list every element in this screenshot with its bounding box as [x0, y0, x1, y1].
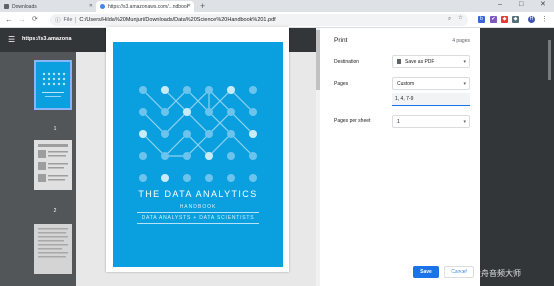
extension-icon[interactable]: ◆	[512, 16, 519, 23]
save-button[interactable]: Save	[413, 266, 439, 278]
pdf-title: https://s3.amazona	[22, 36, 72, 42]
pages-per-sheet-value: 1	[397, 118, 400, 125]
maximize-button[interactable]: □	[519, 0, 523, 10]
thumbnail-number: 2	[53, 208, 57, 214]
watermark: CSDN @金舟音频大师	[440, 269, 522, 278]
avatar[interactable]: H	[528, 16, 535, 23]
close-window-button[interactable]: ✕	[540, 0, 546, 10]
downloads-icon	[4, 4, 9, 9]
pages-value: Custom	[397, 80, 415, 87]
url-text: C:/Users/Hilda%20Munjuri/Downloads/Data%…	[79, 17, 276, 23]
thumbnail-panel: 1 2	[0, 52, 76, 286]
star-icon[interactable]: ☆	[458, 15, 463, 21]
cover-tagline: DATA ANALYSTS + DATA SCIENTISTS	[141, 215, 255, 221]
page-thumbnail-art	[38, 144, 68, 182]
divider	[137, 212, 259, 213]
chevron-down-icon: ▾	[463, 59, 466, 65]
print-title: Print	[334, 37, 348, 44]
page-count: 4 pages	[452, 38, 470, 44]
pages-per-sheet-select[interactable]: 1 ▾	[392, 115, 470, 128]
back-button[interactable]: ←	[5, 15, 13, 24]
globe-icon	[100, 4, 105, 9]
thumbnail-page-3[interactable]	[34, 224, 72, 274]
forward-button[interactable]: →	[18, 15, 26, 24]
pdf-file-icon	[397, 59, 401, 64]
minimize-button[interactable]: –	[498, 0, 502, 10]
cover-thumbnail-art	[42, 72, 66, 97]
chevron-down-icon: ▾	[463, 119, 466, 125]
info-icon[interactable]: ⓘ	[55, 16, 61, 24]
search-icon[interactable]: ⌕	[448, 16, 451, 23]
scrollbar-thumb[interactable]	[548, 40, 551, 80]
pages-per-sheet-label: Pages per sheet	[334, 118, 371, 124]
browser-toolbar: ← → ⟳ ⓘ File C:/Users/Hilda%20Munjuri/Do…	[0, 12, 554, 28]
new-tab-button[interactable]: +	[200, 0, 205, 12]
tab-label: https://s3.amazonaws.com/...ndbook	[108, 3, 188, 10]
thumbnail-number: 1	[53, 126, 57, 132]
reload-button[interactable]: ⟳	[32, 15, 38, 24]
extension-icon[interactable]: ◆	[501, 16, 508, 23]
tab-downloads[interactable]: Downloads ✕	[0, 1, 96, 12]
scheme-label: File	[64, 17, 77, 23]
close-icon[interactable]: ✕	[89, 3, 93, 9]
cover-subtitle: HANDBOOK	[179, 204, 217, 210]
chevron-down-icon: ▾	[463, 81, 466, 87]
destination-select[interactable]: Save as PDF ▾	[392, 55, 470, 68]
pages-select[interactable]: Custom ▾	[392, 77, 470, 90]
page-thumbnail-art	[38, 228, 68, 258]
pdf-viewer: THE DATA ANALYTICS HANDBOOK DATA ANALYST…	[76, 27, 316, 286]
tab-pdf[interactable]: https://s3.amazonaws.com/...ndbook ✕	[96, 1, 194, 12]
network-graphic	[139, 86, 257, 182]
tab-strip: Downloads ✕ https://s3.amazonaws.com/...…	[0, 0, 554, 12]
custom-pages-input[interactable]	[392, 93, 470, 106]
divider	[137, 223, 259, 224]
pages-label: Pages	[334, 81, 349, 87]
print-dialog: Print 4 pages Destination Save as PDF ▾ …	[320, 28, 480, 286]
destination-label: Destination	[334, 59, 360, 65]
pdf-page: THE DATA ANALYTICS HANDBOOK DATA ANALYST…	[106, 27, 289, 272]
cover-title: THE DATA ANALYTICS	[138, 189, 258, 199]
menu-icon[interactable]: ⋮	[541, 16, 548, 23]
thumbnail-page-1[interactable]	[34, 60, 72, 110]
thumbnail-page-2[interactable]	[34, 140, 72, 190]
destination-value: Save as PDF	[405, 58, 435, 65]
dimmed-overlay	[480, 28, 554, 286]
extension-icon[interactable]: b	[478, 16, 485, 23]
address-bar[interactable]: ⓘ File C:/Users/Hilda%20Munjuri/Download…	[50, 14, 468, 26]
tab-label: Downloads	[12, 3, 37, 10]
menu-icon[interactable]: ☰	[8, 36, 15, 44]
extension-icon[interactable]: ✔	[490, 16, 497, 23]
cover-image: THE DATA ANALYTICS HANDBOOK DATA ANALYST…	[113, 42, 283, 267]
close-icon[interactable]: ✕	[187, 3, 191, 9]
